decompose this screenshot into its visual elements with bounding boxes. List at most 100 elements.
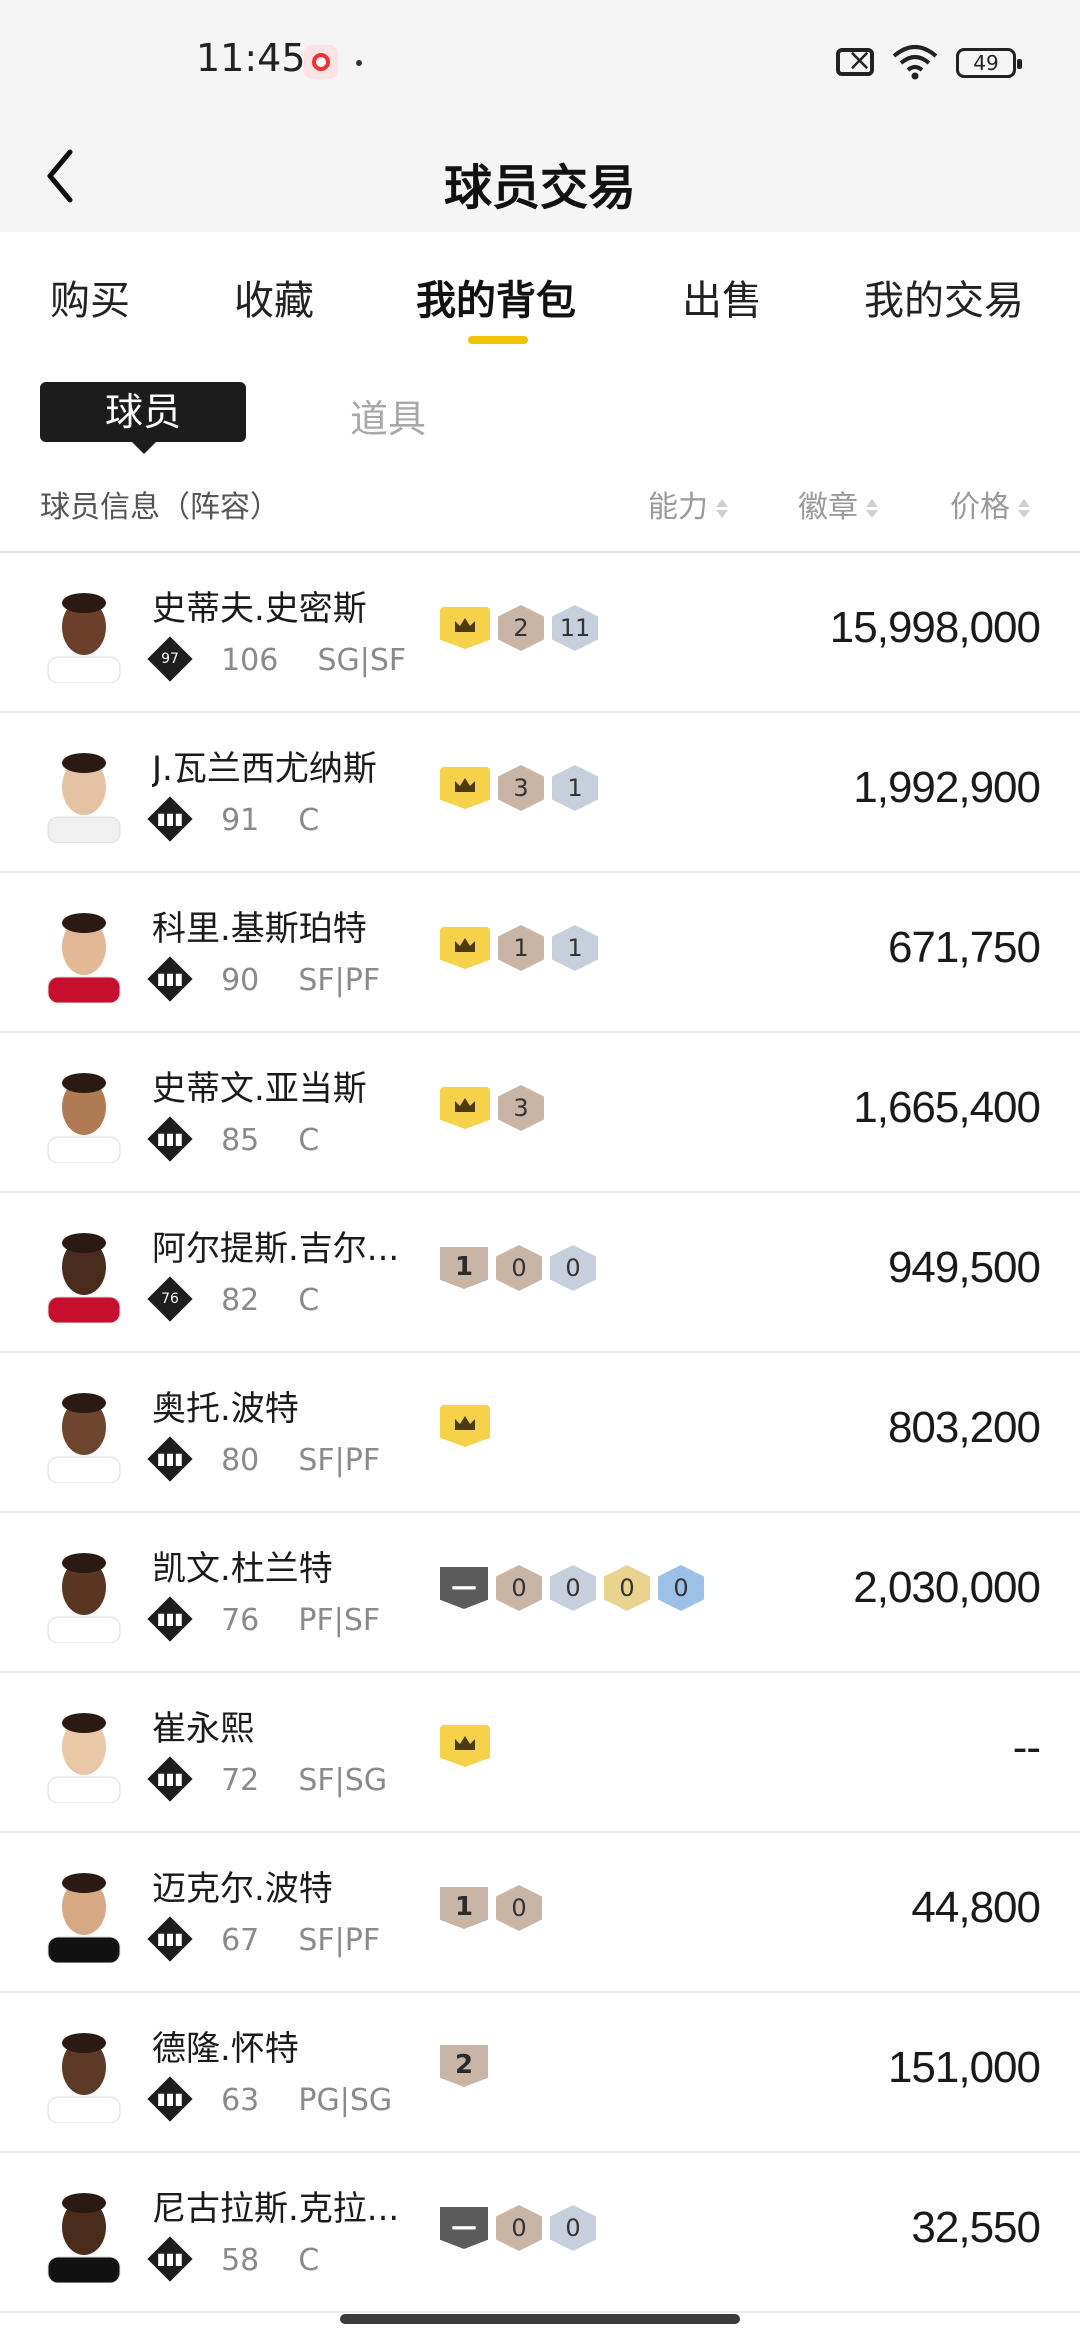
player-price: 803,200 <box>887 1403 1041 1452</box>
badge-group: 10 <box>440 1885 550 1939</box>
level-shield-badge: 1 <box>440 1887 488 1929</box>
screen-record-icon <box>304 45 338 79</box>
player-avatar <box>47 1233 121 1323</box>
player-row[interactable]: J.瓦兰西尤纳斯 ▮▮▮ 91 C 31 1,992,900 <box>0 713 1080 873</box>
player-position: C <box>298 1123 320 1158</box>
tab-my-trades[interactable]: 我的交易 <box>864 268 1024 326</box>
tier-diamond-icon: ▮▮▮ <box>147 1115 193 1162</box>
column-ability-label: 能力 <box>648 490 708 525</box>
player-position: C <box>298 1283 320 1318</box>
player-name: 史蒂夫.史密斯 <box>152 589 367 629</box>
player-meta: ▮▮▮ 58 C <box>147 2235 319 2282</box>
player-rating: 67 <box>221 1923 260 1958</box>
tier-diamond-icon: ▮▮▮ <box>147 955 193 1002</box>
player-name: 奥托.波特 <box>152 1389 299 1429</box>
shield-badge-icon: — <box>440 2207 488 2249</box>
player-position: SF|SG <box>298 1763 388 1798</box>
tier-diamond-icon: ▮▮▮ <box>147 2235 193 2282</box>
tab-favorites[interactable]: 收藏 <box>234 268 314 326</box>
status-bar: 11:45 49 <box>0 0 1080 120</box>
hex-badge: 0 <box>550 1245 596 1291</box>
player-position: SF|PF <box>298 1443 381 1478</box>
badge-group: —0 0 <box>440 2205 604 2259</box>
page-title: 球员交易 <box>443 160 636 216</box>
shield-badge-icon: — <box>440 1567 488 1609</box>
segment-players[interactable]: 球员 <box>40 382 246 454</box>
top-area: 11:45 49 球员交易 <box>0 0 1080 232</box>
hex-badge: 0 <box>550 2205 596 2251</box>
player-list: 史蒂夫.史密斯 97 106 SG|SF 2 11 15,998,000 J.瓦兰… <box>0 553 1080 2313</box>
player-rating: 82 <box>221 1283 260 1318</box>
player-row[interactable]: 崔永熙 ▮▮▮ 72 SF|SG -- <box>0 1673 1080 1833</box>
player-avatar <box>47 753 121 843</box>
hex-badge: 2 <box>498 605 544 651</box>
player-price: 671,750 <box>887 923 1041 972</box>
player-name: 科里.基斯珀特 <box>152 909 367 949</box>
player-row[interactable]: 史蒂文.亚当斯 ▮▮▮ 85 C 3 1,665,400 <box>0 1033 1080 1193</box>
tier-bars-icon: ▮▮▮ <box>156 2248 184 2268</box>
tier-diamond-icon: ▮▮▮ <box>147 1915 193 1962</box>
player-rating: 90 <box>221 963 260 998</box>
player-row[interactable]: 凯文.杜兰特 ▮▮▮ 76 PF|SF —0 0 0 0 2,030,000 <box>0 1513 1080 1673</box>
player-row[interactable]: 科里.基斯珀特 ▮▮▮ 90 SF|PF 11 671,750 <box>0 873 1080 1033</box>
home-indicator[interactable] <box>340 2314 740 2324</box>
column-price[interactable]: 价格 <box>950 482 1030 526</box>
tab-sell[interactable]: 出售 <box>682 268 762 326</box>
hex-badge: 11 <box>552 605 598 651</box>
player-position: SF|PF <box>298 1923 381 1958</box>
crown-badge-icon <box>440 607 490 649</box>
player-name: 崔永熙 <box>152 1709 254 1749</box>
player-position: PG|SG <box>298 2083 393 2118</box>
tab-my-backpack[interactable]: 我的背包 <box>416 268 576 326</box>
column-badge-label: 徽章 <box>798 490 858 525</box>
player-row[interactable]: 迈克尔.波特 ▮▮▮ 67 SF|PF 10 44,800 <box>0 1833 1080 1993</box>
hex-badge: 0 <box>604 1565 650 1611</box>
badge-group <box>440 1405 498 1459</box>
crown-badge-icon <box>440 1087 490 1129</box>
tier-diamond-icon: 97 <box>147 635 193 682</box>
tier-diamond-icon: ▮▮▮ <box>147 795 193 842</box>
tier-bars-icon: ▮▮▮ <box>156 808 184 828</box>
status-time: 11:45 <box>196 36 306 80</box>
player-row[interactable]: 史蒂夫.史密斯 97 106 SG|SF 2 11 15,998,000 <box>0 553 1080 713</box>
tier-bars-icon: ▮▮▮ <box>156 1128 184 1148</box>
player-rating: 85 <box>221 1123 260 1158</box>
hex-badge: 1 <box>498 925 544 971</box>
player-avatar <box>47 913 121 1003</box>
tier-bars-icon: ▮▮▮ <box>156 968 184 988</box>
column-player-info: 球员信息（阵容） <box>40 490 280 525</box>
player-name: J.瓦兰西尤纳斯 <box>152 749 377 789</box>
player-rating: 91 <box>221 803 260 838</box>
hex-badge: 0 <box>496 1245 542 1291</box>
player-row[interactable]: 尼古拉斯.克拉... ▮▮▮ 58 C —0 0 32,550 <box>0 2153 1080 2313</box>
player-meta: ▮▮▮ 91 C <box>147 795 320 842</box>
player-position: C <box>298 803 320 838</box>
crown-badge-icon <box>440 927 490 969</box>
player-row[interactable]: 奥托.波特 ▮▮▮ 80 SF|PF 803,200 <box>0 1353 1080 1513</box>
player-avatar <box>47 593 121 683</box>
tier-diamond-icon: ▮▮▮ <box>147 1595 193 1642</box>
player-rating: 106 <box>221 643 279 678</box>
segment-items[interactable]: 道具 <box>350 388 426 443</box>
player-row[interactable]: 德隆.怀特 ▮▮▮ 63 PG|SG 2 151,000 <box>0 1993 1080 2153</box>
tier-bars-icon: ▮▮▮ <box>156 1928 184 1948</box>
player-avatar <box>47 1073 121 1163</box>
column-ability[interactable]: 能力 <box>648 482 728 526</box>
column-badge[interactable]: 徽章 <box>798 482 878 526</box>
player-meta: ▮▮▮ 85 C <box>147 1115 320 1162</box>
tab-buy[interactable]: 购买 <box>50 268 130 326</box>
player-rating: 72 <box>221 1763 260 1798</box>
level-shield-badge: 2 <box>440 2045 488 2087</box>
tier-bars-icon: ▮▮▮ <box>156 2088 184 2108</box>
column-price-label: 价格 <box>950 490 1010 525</box>
hex-badge: 0 <box>550 1565 596 1611</box>
player-row[interactable]: 阿尔提斯.吉尔... 76 82 C 100 949,500 <box>0 1193 1080 1353</box>
player-position: SG|SF <box>317 643 407 678</box>
player-meta: ▮▮▮ 80 SF|PF <box>147 1435 381 1482</box>
notification-dot-icon <box>356 60 362 66</box>
player-avatar <box>47 1873 121 1963</box>
crown-badge-icon <box>440 1405 490 1447</box>
badge-group: 3 <box>440 1085 552 1139</box>
tier-bars-icon: ▮▮▮ <box>156 1768 184 1788</box>
player-price: 15,998,000 <box>829 603 1041 652</box>
